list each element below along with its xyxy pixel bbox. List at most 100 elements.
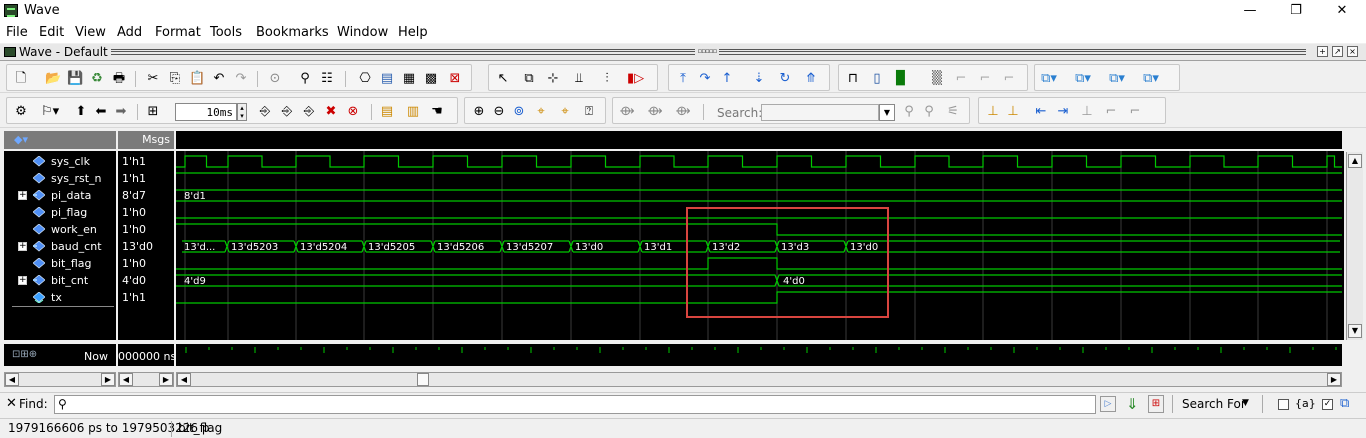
signal-row[interactable]: pi_flag bbox=[0, 204, 118, 221]
signal-row[interactable]: bit_flag bbox=[0, 255, 118, 272]
stop-icon[interactable]: ⊗ bbox=[345, 104, 361, 120]
left-arrow-icon[interactable]: ⬅ bbox=[93, 104, 109, 120]
redo-icon[interactable]: ↷ bbox=[233, 71, 249, 87]
find-toggle-icon[interactable]: ⧉ bbox=[1340, 396, 1349, 411]
signal-row[interactable]: + bit_cnt bbox=[0, 272, 118, 289]
regex-checkbox[interactable] bbox=[1278, 399, 1289, 410]
find-any-edge-icon[interactable]: ⟴ bbox=[675, 104, 691, 120]
undo-icon[interactable]: ↶ bbox=[211, 71, 227, 87]
wave-pane-hscrollbar[interactable]: ◀ ▶ bbox=[176, 372, 1342, 387]
find-next-edge-icon[interactable]: ⟴ bbox=[647, 104, 663, 120]
edge-rise-icon[interactable]: ⌐ bbox=[953, 71, 969, 87]
save-icon[interactable]: 💾 bbox=[67, 71, 83, 87]
menu-format[interactable]: Format bbox=[155, 25, 201, 40]
wave-style-icon[interactable]: ▒ bbox=[929, 71, 945, 87]
step-out-icon[interactable]: ↑ bbox=[719, 71, 735, 87]
layout-2-icon[interactable]: ⧉▾ bbox=[1075, 71, 1091, 87]
binoculars-icon[interactable]: ⚲ bbox=[297, 71, 313, 87]
run-length-icon[interactable]: ⚐▾ bbox=[41, 104, 59, 120]
layout-1-icon[interactable]: ⧉▾ bbox=[1041, 71, 1057, 87]
signal-row[interactable]: sys_clk bbox=[0, 153, 118, 170]
menu-bookmarks[interactable]: Bookmarks bbox=[256, 25, 329, 40]
edge-any-icon[interactable]: ⌐ bbox=[1001, 71, 1017, 87]
signal-row[interactable]: sys_rst_n bbox=[0, 170, 118, 187]
zoom-full-icon[interactable]: ⊚ bbox=[511, 104, 527, 120]
find-next-icon[interactable]: ⇓ bbox=[1126, 395, 1139, 413]
add-cursor-icon[interactable]: ⊥ bbox=[985, 104, 1001, 120]
wave-vertical-scrollbar[interactable]: ▲ ▼ bbox=[1346, 152, 1363, 340]
scroll-right-icon[interactable]: ▶ bbox=[159, 373, 173, 386]
close-button[interactable]: ✕ bbox=[1319, 0, 1365, 22]
scroll-left-icon[interactable]: ◀ bbox=[177, 373, 191, 386]
zoom-cursor-icon[interactable]: ⌖ bbox=[533, 104, 549, 120]
expand-toggle-icon[interactable]: + bbox=[18, 191, 27, 200]
signal-row[interactable]: work_en bbox=[0, 221, 118, 238]
wave-fill-icon[interactable]: ▉ bbox=[893, 71, 909, 87]
break-sim-icon[interactable]: ✖ bbox=[323, 104, 339, 120]
break-icon[interactable]: ▩ bbox=[423, 71, 439, 87]
find-prev-edge-icon[interactable]: ⟴ bbox=[619, 104, 635, 120]
run-time-icon[interactable]: ⊞ bbox=[145, 104, 161, 120]
step-over-icon[interactable]: ↷ bbox=[697, 71, 713, 87]
cursor-edge-2-icon[interactable]: ⌐ bbox=[1127, 104, 1143, 120]
wave-icon[interactable]: ◆▾ bbox=[14, 131, 28, 149]
edit-bus-icon[interactable]: ⫶ bbox=[599, 71, 615, 87]
pane-undock-icon[interactable]: ↗ bbox=[1332, 46, 1343, 57]
pane-zoom-icon[interactable]: + bbox=[1317, 46, 1328, 57]
compile-icon[interactable]: ⎔ bbox=[357, 71, 373, 87]
search-for-label[interactable]: Search For bbox=[1182, 397, 1246, 411]
edit-wave-icon[interactable]: ⫫ bbox=[571, 71, 587, 87]
run-continue-icon[interactable]: ⎆ bbox=[279, 104, 295, 120]
menu-help[interactable]: Help bbox=[398, 25, 428, 40]
scroll-down-icon[interactable]: ▼ bbox=[1348, 324, 1362, 338]
menu-edit[interactable]: Edit bbox=[39, 25, 64, 40]
signal-column-header[interactable]: ◆▾ bbox=[4, 131, 116, 149]
up-arrow-icon[interactable]: ⬆ bbox=[73, 104, 89, 120]
msgs-column-header[interactable]: Msgs bbox=[118, 131, 174, 149]
step-back-icon[interactable]: ⇣ bbox=[751, 71, 767, 87]
scroll-right-icon[interactable]: ▶ bbox=[101, 373, 115, 386]
continue-icon[interactable]: ↻ bbox=[777, 71, 793, 87]
probe-all-icon[interactable]: ▥ bbox=[405, 104, 421, 120]
probe-icon[interactable]: ▤ bbox=[379, 104, 395, 120]
stop-sim-icon[interactable]: ⊠ bbox=[447, 71, 463, 87]
paste-icon[interactable]: 📋 bbox=[189, 71, 205, 87]
find-options-icon[interactable]: ⊞ bbox=[1148, 395, 1164, 413]
copy-icon[interactable]: ⎘ bbox=[167, 71, 183, 87]
print-icon[interactable]: 🖶 bbox=[111, 71, 127, 87]
search-for-dropdown-icon[interactable]: ▼ bbox=[1242, 398, 1249, 408]
scroll-up-icon[interactable]: ▲ bbox=[1348, 154, 1362, 168]
new-file-icon[interactable]: 🗋 bbox=[13, 71, 29, 87]
menu-tools[interactable]: Tools bbox=[210, 25, 242, 40]
expand-toggle-icon[interactable]: + bbox=[18, 242, 27, 251]
breakpoint-icon[interactable]: ▮▷ bbox=[627, 71, 644, 87]
search-dropdown[interactable]: ▼ bbox=[879, 104, 895, 121]
value-pane-hscrollbar[interactable]: ◀ ▶ bbox=[118, 372, 174, 387]
cursor-edge-1-icon[interactable]: ⌐ bbox=[1103, 104, 1119, 120]
find-binoculars-icon[interactable]: ⚲ bbox=[58, 397, 67, 411]
scroll-left-icon[interactable]: ◀ bbox=[119, 373, 133, 386]
match-case-checkbox[interactable]: ✓ bbox=[1322, 399, 1333, 410]
cursor-tools-icon[interactable]: ⊡⊞⊕ bbox=[12, 349, 37, 360]
zoom-in-icon[interactable]: ⊕ bbox=[471, 104, 487, 120]
pane-close-icon[interactable]: × bbox=[1347, 46, 1358, 57]
search-clear-icon[interactable]: ⚟ bbox=[945, 104, 961, 120]
run-all-2-icon[interactable]: ⎆ bbox=[301, 104, 317, 120]
next-cursor-icon[interactable]: ⇥ bbox=[1055, 104, 1071, 120]
step-icon[interactable]: ⤒ bbox=[675, 71, 691, 87]
menu-file[interactable]: File bbox=[6, 25, 28, 40]
time-step-input[interactable] bbox=[175, 103, 237, 121]
list-icon[interactable]: ☷ bbox=[319, 71, 335, 87]
prev-cursor-icon[interactable]: ⇤ bbox=[1033, 104, 1049, 120]
layout-4-icon[interactable]: ⧉▾ bbox=[1143, 71, 1159, 87]
search-prev-icon[interactable]: ⚲ bbox=[921, 104, 937, 120]
minimize-button[interactable]: — bbox=[1227, 0, 1273, 22]
find-dialog-icon[interactable]: ⊙ bbox=[267, 71, 283, 87]
zoom-region-icon[interactable]: ⌖ bbox=[557, 104, 573, 120]
remove-cursor-icon[interactable]: ⊥ bbox=[1005, 104, 1021, 120]
reload-icon[interactable]: ♻ bbox=[89, 71, 105, 87]
search-input[interactable] bbox=[761, 104, 879, 121]
find-input[interactable]: ⚲ bbox=[54, 395, 1096, 414]
zoom-mode-icon[interactable]: ⧉ bbox=[521, 71, 537, 87]
menu-add[interactable]: Add bbox=[117, 25, 142, 40]
